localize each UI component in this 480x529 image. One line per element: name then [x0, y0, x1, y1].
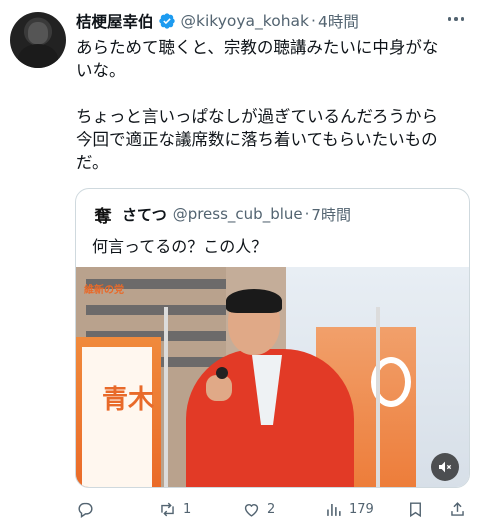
reply-button[interactable] — [76, 497, 95, 521]
separator-dot: · — [311, 12, 316, 30]
microphone — [216, 367, 228, 379]
retweet-count: 1 — [183, 501, 192, 517]
tweet-text-line: 今回で適正な議席数に落ち着いてもらいたいもの — [76, 130, 438, 149]
party-logo-text: 維新の党 — [84, 285, 124, 296]
quoted-tweet-photo[interactable]: 維新の党 青木 — [76, 267, 469, 487]
banner-candidate-name: 青木 — [102, 385, 155, 415]
heart-icon — [244, 503, 259, 517]
bookmark-icon — [410, 501, 421, 517]
more-options-icon[interactable] — [444, 9, 468, 29]
tweet-text-line: ちょっと言いっぱなしが過ぎているんだろうから — [76, 107, 439, 126]
quoted-tweet-text: 何言ってるの？この人？ — [92, 237, 268, 256]
separator-dot: · — [304, 205, 310, 223]
share-button[interactable] — [448, 497, 467, 521]
tweet-header: 桔梗屋幸伯 @kikyoya_kohak · 4時間 — [76, 9, 359, 33]
tweet-text: あらためて聴くと、宗教の聴講みたいに中身がな いな。 ちょっと言いっぱなしが過ぎ… — [76, 36, 472, 174]
retweet-icon — [161, 502, 174, 516]
views-count: 179 — [349, 501, 374, 517]
like-button[interactable]: 2 — [242, 497, 275, 521]
tweet-text-line: だ。 — [76, 153, 109, 172]
like-count: 2 — [267, 501, 276, 517]
author-avatar[interactable] — [10, 12, 66, 68]
tweet-text-line: いな。 — [76, 61, 126, 80]
retweet-button[interactable]: 1 — [158, 497, 191, 521]
author-display-name[interactable]: 桔梗屋幸伯 — [76, 10, 154, 32]
share-icon — [451, 501, 464, 516]
campaign-banner-left: 青木 — [76, 337, 161, 487]
verified-badge-icon — [158, 13, 175, 29]
reply-icon — [78, 502, 93, 518]
quoted-author-avatar[interactable]: 奪 — [92, 203, 114, 227]
views-button[interactable]: 179 — [324, 497, 374, 521]
quoted-tweet-timestamp[interactable]: 7時間 — [311, 204, 351, 225]
mute-icon[interactable] — [431, 453, 459, 481]
quoted-tweet-header: 奪 さてつ @press_cub_blue · 7時間 — [92, 203, 351, 227]
bookmark-button[interactable] — [406, 497, 425, 521]
tweet-actions-bar: 1 2 179 — [76, 497, 472, 521]
quoted-author-handle[interactable]: @press_cub_blue — [173, 205, 303, 223]
quoted-tweet[interactable]: 奪 さてつ @press_cub_blue · 7時間 何言ってるの？この人？ … — [75, 188, 470, 488]
quoted-author-name[interactable]: さてつ — [122, 204, 167, 225]
author-handle[interactable]: @kikyoya_kohak — [181, 12, 310, 30]
tweet-text-line: あらためて聴くと、宗教の聴講みたいに中身がな — [76, 38, 439, 57]
views-chart-icon — [327, 503, 341, 516]
tweet-timestamp[interactable]: 4時間 — [318, 10, 359, 32]
